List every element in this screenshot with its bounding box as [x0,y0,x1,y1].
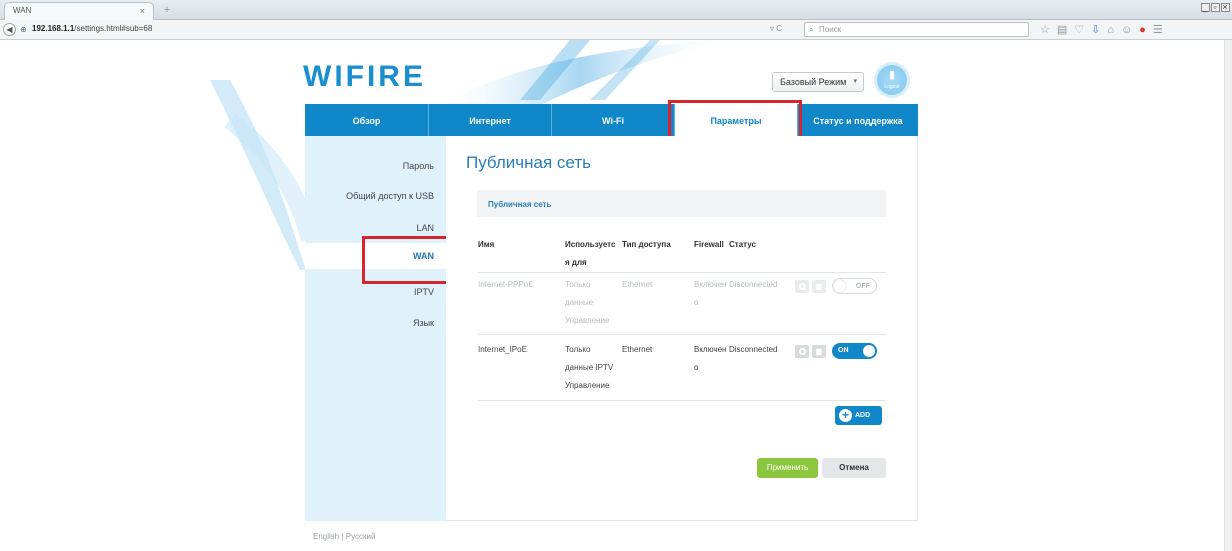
logout-button[interactable]: ▮ Logout [877,65,907,95]
sidebar-item-language[interactable]: Язык [305,310,446,336]
logout-label: Logout [884,84,900,90]
wifire-logo: WIFIRE [303,60,426,94]
col-header-status: Статус [729,240,756,249]
col-header-name: Имя [478,240,495,249]
row-used-for: Только данные Управление [565,276,609,330]
url-path: /settings.html#sub=68 [74,24,153,33]
window-controls: _ ▫ × [1200,2,1230,12]
toggle-knob [863,345,875,357]
col-header-access-type: Тип доступа [622,240,671,249]
row-status-line1: Disconnected [729,345,778,354]
home-icon[interactable]: ⌂ [1107,24,1121,36]
reading-list-icon[interactable]: ▤ [1057,24,1074,36]
row-access-type: Ethernet [622,280,653,289]
sidebar-item-password[interactable]: Пароль [305,153,446,179]
browser-tab-bar: WAN × + _ ▫ × [0,0,1232,20]
row-status: Disconnected о [694,341,778,377]
row-used-for-line1: Только [565,280,591,289]
row-used-for-line3: Управление [565,316,610,325]
chevron-down-icon: ▾ [853,78,857,85]
tab-internet[interactable]: Интернет [429,104,551,136]
browser-nav-bar: ◀ ⊕ 192.168.1.1/settings.html#sub=68 ▿ C… [0,20,1232,40]
url-host: 192.168.1.1 [32,24,75,33]
row-used-for-line2: данные IPTV [565,363,614,372]
main-content: Публичная сеть Публичная сеть Имя Исполь… [446,136,918,521]
col-header-used-for-line1: Используетс [565,240,616,249]
cancel-button[interactable]: Отмена [822,458,886,478]
adblock-icon[interactable]: ● [1139,24,1153,36]
edit-gear-icon[interactable] [795,280,809,293]
browser-tab-title: WAN [13,6,32,15]
sidebar-item-usb-sharing[interactable]: Общий доступ к USB [305,183,446,209]
row-used-for-line2: данные [565,298,594,307]
tab-wifi[interactable]: Wi-Fi [552,104,674,136]
sidebar: Пароль Общий доступ к USB LAN WAN IPTV Я… [305,136,446,521]
plus-icon: + [839,409,852,422]
search-icon: ⌕ [809,25,814,34]
tab-status-support[interactable]: Статус и поддержка [798,104,918,136]
row-divider [478,400,886,401]
back-arrow-icon[interactable]: ◀ [3,23,16,36]
menu-icon[interactable]: ☰ [1153,24,1170,36]
col-header-used-for: Используетс я для [565,236,615,272]
page-title: Публичная сеть [466,153,591,172]
row-name: Internet_IPoE [478,345,527,354]
connection-toggle[interactable]: ON [832,343,877,359]
language-links[interactable]: English | Русский [313,532,375,541]
row-firewall: Включен [694,280,727,289]
add-button-label: ADD [855,412,871,419]
globe-icon: ⊕ [20,25,27,34]
delete-trash-icon[interactable] [812,280,826,293]
row-used-for-line1: Только [565,345,591,354]
connection-toggle[interactable]: OFF [832,278,877,294]
row-divider [478,334,886,335]
add-button[interactable]: + ADD [835,406,882,425]
smiley-icon[interactable]: ☺ [1121,24,1139,36]
edit-gear-icon[interactable] [795,345,809,358]
col-header-used-for-line2: я для [565,258,587,267]
row-firewall: Включен [694,345,727,354]
sidebar-item-iptv[interactable]: IPTV [305,279,446,305]
tab-close-icon[interactable]: × [140,3,145,19]
search-placeholder: Поиск [819,25,842,34]
section-header: Публичная сеть [477,190,886,217]
table-header-divider [478,272,886,273]
sidebar-item-wan[interactable]: WAN [305,243,446,269]
sidebar-item-lan[interactable]: LAN [305,215,446,241]
reload-icon[interactable]: ▿ C [770,24,782,33]
mode-select[interactable]: Базовый Режим ▾ [772,72,864,92]
apply-button[interactable]: Применить [757,458,818,478]
row-access-type: Ethernet [622,345,653,354]
logout-icon: ▮ [888,69,896,81]
browser-toolbar-icons: ☆▤♡⇩⌂☺●☰ [1040,23,1170,36]
pocket-icon[interactable]: ♡ [1074,24,1091,36]
toggle-label: ON [838,347,849,354]
row-status-line2: о [694,363,699,372]
row-status: Disconnected о [694,276,778,312]
main-nav: Обзор Интернет Wi-Fi Параметры Статус и … [305,104,918,136]
row-status-line1: Disconnected [729,280,778,289]
row-name: Internet-PPPoE [478,280,534,289]
new-tab-icon[interactable]: + [160,4,174,16]
logo-text: WIFIRE [303,60,426,93]
toggle-knob [834,280,846,292]
toggle-label: OFF [856,283,870,290]
close-window-icon[interactable]: × [1221,3,1230,12]
download-icon[interactable]: ⇩ [1091,24,1107,36]
tab-parameters[interactable]: Параметры [675,104,797,136]
browser-tab[interactable]: WAN × [4,2,154,20]
minimize-icon[interactable]: _ [1201,3,1210,12]
row-used-for: Только данные IPTV Управление [565,341,613,395]
row-used-for-line3: Управление [565,381,610,390]
browser-search-input[interactable]: ⌕ Поиск [804,22,1029,37]
bookmark-star-icon[interactable]: ☆ [1040,24,1057,36]
col-header-firewall: Firewall [694,240,724,249]
delete-trash-icon[interactable] [812,345,826,358]
address-bar[interactable]: 192.168.1.1/settings.html#sub=68 [32,24,152,33]
row-status-line2: о [694,298,699,307]
page-scrollbar[interactable] [1224,40,1232,551]
tab-overview[interactable]: Обзор [305,104,428,136]
maximize-icon[interactable]: ▫ [1211,3,1220,12]
mode-select-value: Базовый Режим [780,77,847,87]
